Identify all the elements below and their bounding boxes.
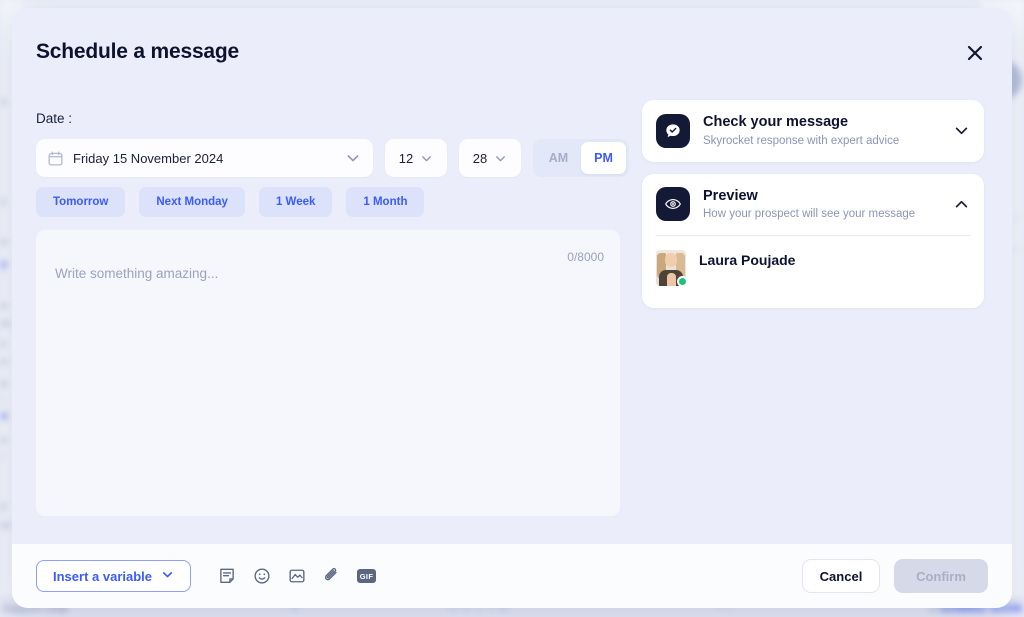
chevron-down-icon bbox=[420, 152, 433, 165]
insert-variable-label: Insert a variable bbox=[53, 568, 152, 584]
panel-check-your-message-text: Check your message Skyrocket response wi… bbox=[703, 113, 947, 149]
template-note-icon[interactable] bbox=[217, 566, 237, 586]
eye-icon bbox=[656, 187, 690, 222]
panel-title: Preview bbox=[703, 187, 758, 204]
meridiem-option-am[interactable]: AM bbox=[536, 142, 581, 174]
preview-contact-row: Laura Poujade bbox=[642, 236, 984, 308]
message-composer[interactable]: Write something amazing... 0/8000 bbox=[36, 230, 620, 516]
panel-preview-header[interactable]: Preview How your prospect will see your … bbox=[642, 174, 984, 236]
preview-contact-name: Laura Poujade bbox=[699, 252, 796, 269]
hour-value: 12 bbox=[398, 150, 414, 166]
date-time-row: Friday 15 November 2024 12 28 AM PM bbox=[36, 139, 629, 177]
panel-check-your-message: Check your message Skyrocket response wi… bbox=[642, 100, 984, 162]
panel-preview-text: Preview How your prospect will see your … bbox=[703, 187, 947, 223]
close-icon[interactable] bbox=[960, 38, 990, 68]
composer-toolbar: GIF bbox=[217, 566, 376, 586]
schedule-message-modal: Schedule a message Date : Friday 15 Nove… bbox=[12, 8, 1012, 608]
avatar bbox=[656, 250, 688, 288]
character-counter: 0/8000 bbox=[567, 250, 604, 264]
confirm-button[interactable]: Confirm bbox=[894, 559, 988, 593]
gif-icon[interactable]: GIF bbox=[357, 569, 376, 583]
message-check-icon bbox=[656, 113, 690, 148]
chip-next-monday[interactable]: Next Monday bbox=[139, 187, 245, 217]
image-icon[interactable] bbox=[287, 566, 307, 586]
minute-value: 28 bbox=[472, 150, 488, 166]
modal-body: Schedule a message Date : Friday 15 Nove… bbox=[12, 8, 1012, 544]
quick-date-chips: Tomorrow Next Monday 1 Week 1 Month bbox=[36, 187, 425, 217]
chip-tomorrow[interactable]: Tomorrow bbox=[36, 187, 126, 217]
meridiem-option-pm[interactable]: PM bbox=[581, 142, 626, 174]
chevron-down-icon bbox=[494, 152, 507, 165]
online-status-badge bbox=[677, 276, 688, 288]
panel-title: Check your message bbox=[703, 114, 849, 130]
right-panel-column: Check your message Skyrocket response wi… bbox=[642, 100, 984, 309]
chevron-down-icon bbox=[161, 568, 174, 584]
panel-subtitle: Skyrocket response with expert advice bbox=[703, 134, 900, 147]
date-label: Date : bbox=[36, 111, 73, 126]
page-title: Schedule a message bbox=[36, 40, 240, 63]
chip-1-month[interactable]: 1 Month bbox=[346, 187, 425, 217]
composer-placeholder: Write something amazing... bbox=[55, 266, 219, 281]
minute-select[interactable]: 28 bbox=[459, 139, 521, 177]
chevron-down-icon bbox=[345, 150, 361, 166]
chip-1-week[interactable]: 1 Week bbox=[258, 187, 333, 217]
cancel-button[interactable]: Cancel bbox=[802, 559, 880, 593]
panel-subtitle: How your prospect will see your message bbox=[703, 208, 916, 221]
attachment-icon[interactable] bbox=[322, 566, 342, 586]
emoji-icon[interactable] bbox=[252, 566, 272, 586]
chevron-up-icon[interactable] bbox=[947, 196, 970, 213]
date-value: Friday 15 November 2024 bbox=[73, 150, 224, 166]
panel-check-your-message-header[interactable]: Check your message Skyrocket response wi… bbox=[642, 100, 984, 162]
hour-select[interactable]: 12 bbox=[385, 139, 447, 177]
modal-footer: Insert a variable GIF Cancel Confirm bbox=[12, 544, 1012, 608]
date-picker[interactable]: Friday 15 November 2024 bbox=[36, 139, 373, 177]
panel-preview: Preview How your prospect will see your … bbox=[642, 173, 984, 309]
insert-variable-button[interactable]: Insert a variable bbox=[36, 560, 191, 592]
calendar-icon bbox=[48, 150, 63, 166]
chevron-down-icon[interactable] bbox=[947, 122, 970, 139]
meridiem-toggle: AM PM bbox=[533, 139, 629, 177]
